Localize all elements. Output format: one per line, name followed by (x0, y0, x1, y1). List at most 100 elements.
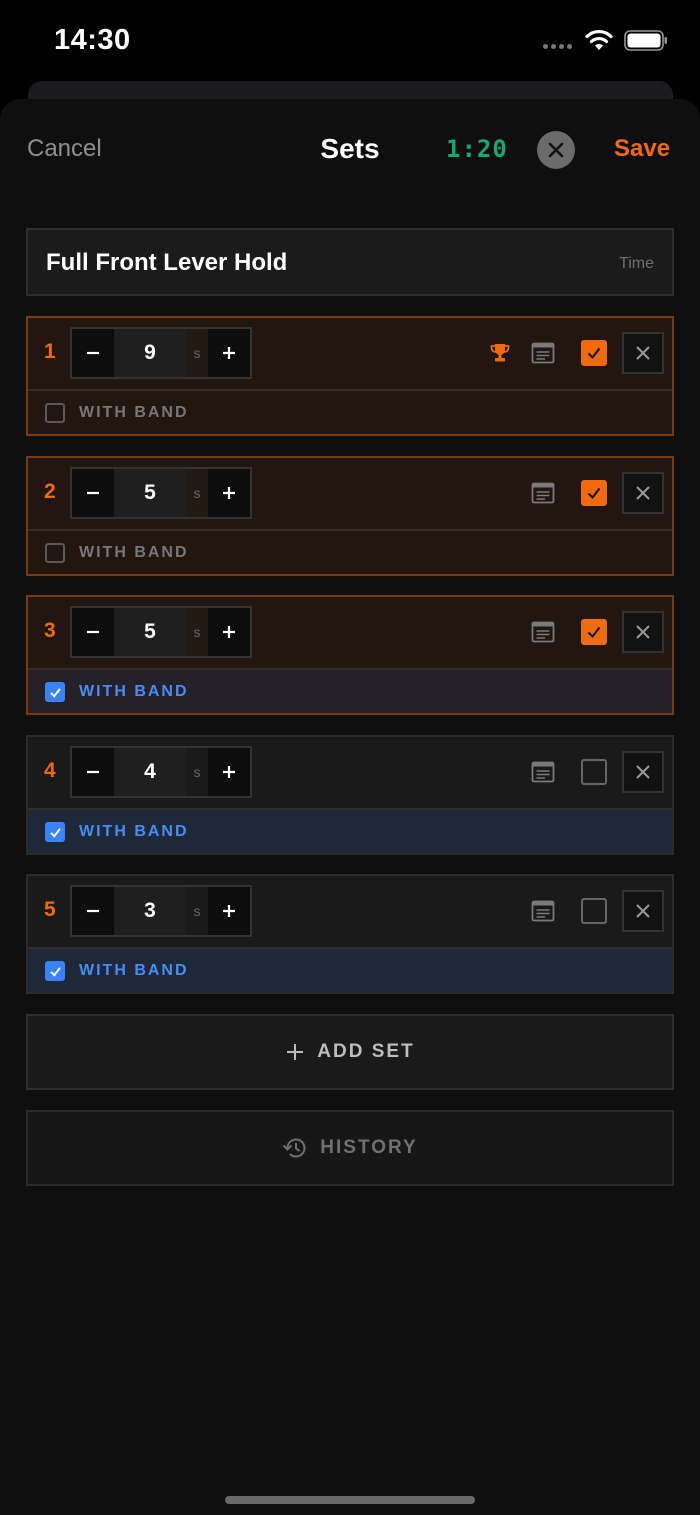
duration-stepper: 4 s (70, 746, 252, 798)
with-band-row[interactable]: WITH BAND (28, 808, 672, 853)
checkmark-icon (587, 626, 601, 639)
add-set-label: ADD SET (317, 1041, 415, 1062)
duration-value[interactable]: 5 (114, 469, 186, 517)
history-label: HISTORY (320, 1137, 418, 1158)
with-band-row[interactable]: WITH BAND (28, 389, 672, 434)
decrement-button[interactable] (72, 887, 114, 935)
increment-button[interactable] (208, 887, 250, 935)
minus-icon (87, 630, 99, 634)
delete-set-button[interactable] (622, 611, 664, 653)
plus-icon (287, 1044, 304, 1060)
exercise-header: Full Front Lever Hold Time (26, 228, 674, 296)
increment-button[interactable] (208, 748, 250, 796)
plus-icon (223, 626, 235, 638)
set-row: 3 5 s (28, 597, 672, 668)
set-row: 1 9 s (28, 318, 672, 389)
duration-stepper: 5 s (70, 606, 252, 658)
trophy-icon (490, 344, 510, 362)
with-band-checkbox[interactable] (45, 403, 65, 423)
notes-icon[interactable] (531, 342, 555, 364)
complete-set-checkbox[interactable] (581, 759, 607, 785)
duration-stepper: 9 s (70, 327, 252, 379)
status-time: 14:30 (54, 24, 131, 56)
close-icon (636, 625, 650, 639)
exercise-name: Full Front Lever Hold (46, 249, 288, 276)
duration-value[interactable]: 3 (114, 887, 186, 935)
cancel-button[interactable]: Cancel (27, 135, 102, 163)
minus-icon (87, 909, 99, 913)
history-icon (283, 1138, 306, 1158)
duration-unit: s (186, 748, 208, 796)
notes-icon[interactable] (531, 900, 555, 922)
close-icon (636, 765, 650, 779)
status-bar: 14:30 (0, 0, 700, 80)
sets-sheet: Cancel Sets 1:20 Save Full Front Lever H… (0, 99, 700, 1515)
plus-icon (223, 905, 235, 917)
notes-icon[interactable] (531, 761, 555, 783)
decrement-button[interactable] (72, 469, 114, 517)
checkmark-icon (49, 827, 61, 838)
delete-set-button[interactable] (622, 890, 664, 932)
duration-unit: s (186, 469, 208, 517)
set-row: 5 3 s (28, 876, 672, 947)
set-number: 2 (44, 480, 56, 503)
complete-set-checkbox[interactable] (581, 619, 607, 645)
duration-value[interactable]: 4 (114, 748, 186, 796)
with-band-row[interactable]: WITH BAND (28, 529, 672, 574)
increment-button[interactable] (208, 608, 250, 656)
close-icon (636, 486, 650, 500)
complete-set-checkbox[interactable] (581, 898, 607, 924)
delete-set-button[interactable] (622, 751, 664, 793)
duration-value[interactable]: 5 (114, 608, 186, 656)
with-band-label: WITH BAND (79, 823, 189, 840)
decrement-button[interactable] (72, 329, 114, 377)
with-band-label: WITH BAND (79, 683, 189, 700)
with-band-checkbox[interactable] (45, 961, 65, 981)
complete-set-checkbox[interactable] (581, 340, 607, 366)
add-set-button[interactable]: ADD SET (26, 1014, 674, 1090)
minus-icon (87, 351, 99, 355)
decrement-button[interactable] (72, 748, 114, 796)
set-card-2: 2 5 s WITH BAND (26, 456, 674, 576)
duration-value[interactable]: 9 (114, 329, 186, 377)
with-band-row[interactable]: WITH BAND (28, 947, 672, 992)
minus-icon (87, 491, 99, 495)
checkmark-icon (587, 347, 601, 360)
save-button[interactable]: Save (614, 135, 670, 163)
with-band-label: WITH BAND (79, 544, 189, 561)
notes-icon[interactable] (531, 482, 555, 504)
set-row: 4 4 s (28, 737, 672, 808)
set-card-4: 4 4 s WITH BAND (26, 735, 674, 855)
checkmark-icon (587, 487, 601, 500)
with-band-checkbox[interactable] (45, 543, 65, 563)
set-number: 3 (44, 619, 56, 642)
increment-button[interactable] (208, 469, 250, 517)
with-band-checkbox[interactable] (45, 682, 65, 702)
with-band-checkbox[interactable] (45, 822, 65, 842)
delete-set-button[interactable] (622, 472, 664, 514)
set-card-3: 3 5 s WITH BAND (26, 595, 674, 715)
plus-icon (223, 766, 235, 778)
duration-stepper: 3 s (70, 885, 252, 937)
home-indicator (225, 1496, 475, 1504)
checkmark-icon (49, 687, 61, 698)
stop-timer-button[interactable] (537, 131, 575, 169)
increment-button[interactable] (208, 329, 250, 377)
set-card-5: 5 3 s WITH BAND (26, 874, 674, 994)
minus-icon (87, 770, 99, 774)
decrement-button[interactable] (72, 608, 114, 656)
notes-icon[interactable] (531, 621, 555, 643)
page-title: Sets (320, 133, 380, 164)
plus-icon (223, 487, 235, 499)
checkmark-icon (49, 966, 61, 977)
history-button[interactable]: HISTORY (26, 1110, 674, 1186)
set-number: 4 (44, 759, 56, 782)
rest-timer[interactable]: 1:20 (446, 135, 508, 163)
complete-set-checkbox[interactable] (581, 480, 607, 506)
duration-stepper: 5 s (70, 467, 252, 519)
wifi-icon (585, 29, 613, 50)
duration-unit: s (186, 329, 208, 377)
duration-unit: s (186, 608, 208, 656)
delete-set-button[interactable] (622, 332, 664, 374)
with-band-row[interactable]: WITH BAND (28, 668, 672, 713)
